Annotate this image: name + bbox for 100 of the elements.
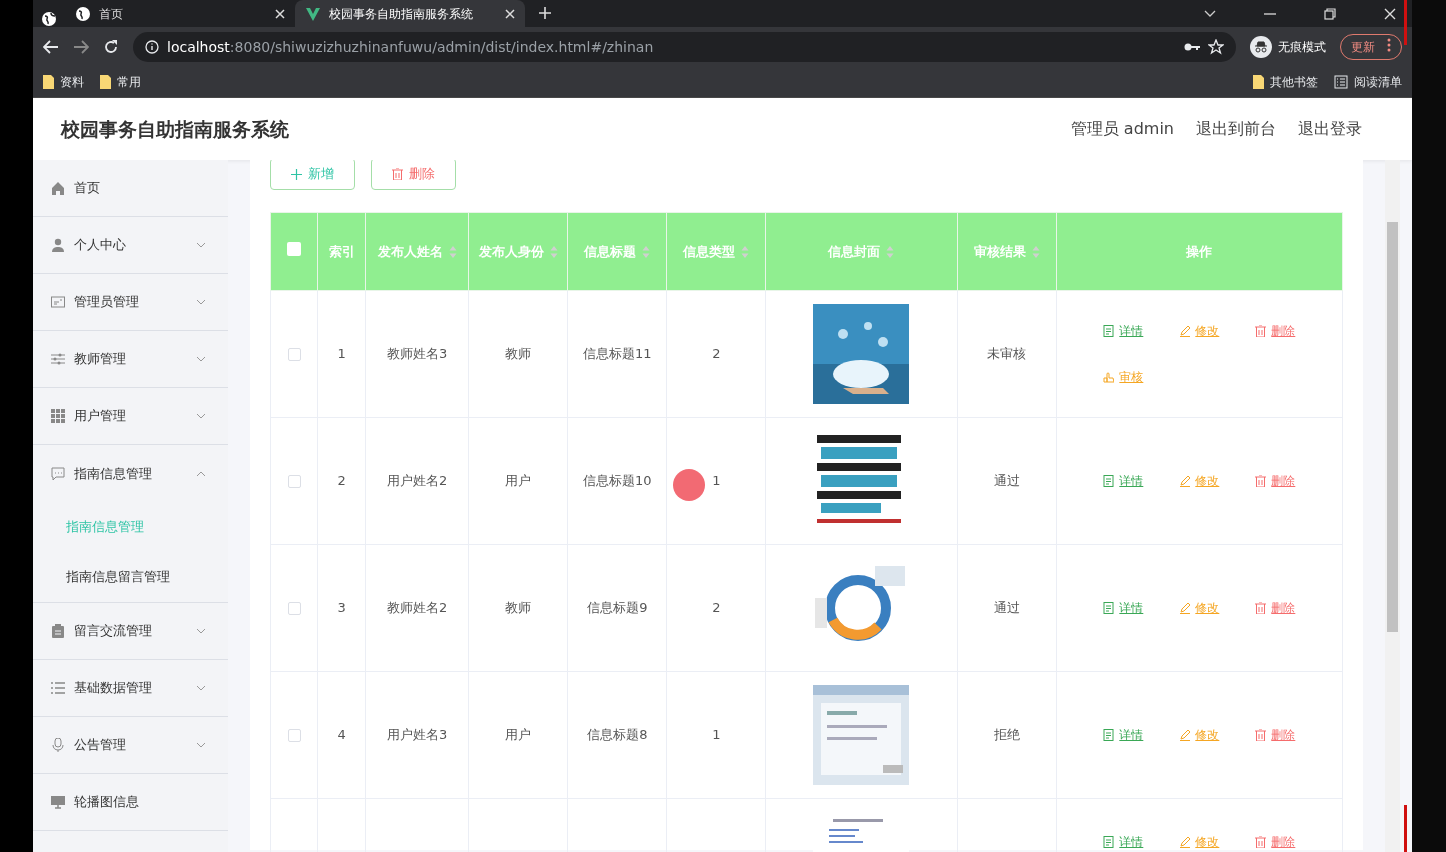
trash-icon [392,168,403,180]
table-cell: 通过 [993,473,1020,489]
grid-icon [51,409,65,423]
document-icon [1103,836,1115,848]
table-cell: 教师姓名2 [386,600,448,616]
incognito-icon[interactable] [1250,36,1272,58]
table-cell: 用户 [505,473,532,489]
table-cell: 用户 [505,727,532,743]
bookmark[interactable]: 常用 [100,73,141,91]
pencil-icon [1179,325,1191,337]
home-icon [51,181,65,195]
table-cell: 信息标题11 [583,346,652,362]
trash-icon [1255,602,1267,614]
plus-icon [291,168,302,180]
table-cell: 2 [337,473,346,489]
table-cell: 1 [712,473,721,489]
column-header: 信息标题 [584,243,637,259]
id-card-icon [51,295,65,309]
reload-icon[interactable] [103,39,119,55]
star-icon[interactable] [1208,39,1224,55]
back-icon[interactable] [43,40,59,54]
trash-icon [1255,729,1267,741]
header-link[interactable]: 管理员 admin [1070,117,1174,141]
close-icon[interactable] [505,8,515,19]
pencil-icon [1179,475,1191,487]
column-header: 发布人姓名 [377,243,443,259]
column-header: 操作 [1186,243,1213,259]
trash-icon [1255,836,1267,848]
sidebar-item[interactable]: 教师管理 [33,331,228,388]
close-icon[interactable] [1384,7,1396,20]
sidebar-item[interactable]: 留言交流管理 [33,603,228,660]
chevron-down-icon[interactable] [1204,9,1216,18]
table-cell: 2 [712,346,721,362]
folder-icon [43,75,54,89]
header-link[interactable]: 退出到前台 [1196,117,1276,141]
row-checkbox[interactable] [287,729,301,743]
header-link[interactable]: 退出登录 [1298,117,1362,141]
new-tab-icon[interactable] [539,7,551,19]
microphone-icon [51,738,65,752]
table-cell: 2 [712,600,721,616]
table-cell: 用户姓名3 [386,727,448,743]
select-all-checkbox[interactable] [287,241,301,256]
row-checkbox[interactable] [287,475,301,489]
pencil-icon [1179,729,1191,741]
table-cell: 3 [337,600,346,616]
sidebar-subitem[interactable]: 指南信息留言管理 [33,552,228,602]
row-checkbox[interactable] [287,348,301,362]
folder-icon [1253,75,1264,89]
table-cell: 通过 [993,600,1020,616]
table-cell: 教师 [505,600,532,616]
column-header: 信息封面 [828,243,881,259]
table-cell: 信息标题8 [587,727,648,743]
user-icon [51,238,65,252]
monitor-icon [51,795,65,809]
table-cell: 用户姓名2 [386,473,448,489]
sidebar-item[interactable]: 指南信息管理 [33,445,228,502]
pencil-icon [1179,836,1191,848]
row-checkbox[interactable] [287,602,301,616]
sidebar-item[interactable]: 轮播图信息 [33,774,228,831]
more-icon [1387,38,1391,52]
column-header: 发布人身份 [478,243,544,259]
profile-label: 无痕模式 [1278,39,1326,56]
forward-icon[interactable] [73,40,89,54]
bookmark[interactable]: 阅读清单 [1334,73,1402,91]
sliders-icon [51,352,65,366]
document-icon [1103,602,1115,614]
key-icon[interactable] [1184,42,1200,52]
browser-tab[interactable]: 首页 [65,0,295,27]
sidebar-item[interactable]: 公告管理 [33,717,228,774]
address-bar[interactable]: localhost:8080/shiwuzizhuzhinanfuwu/admin/dist/index.html#/zhinan [133,32,1236,62]
v-logo-icon [305,5,321,22]
document-icon [1103,325,1115,337]
table-cell: 4 [337,727,346,743]
list-icon [51,681,65,695]
minimize-icon[interactable] [1264,12,1276,15]
sidebar-item[interactable]: 基础数据管理 [33,660,228,717]
column-header: 审核结果 [973,243,1026,259]
table-cell: 拒绝 [993,727,1020,743]
bookmark[interactable]: 资料 [43,73,84,91]
column-header: 索引 [328,243,355,259]
scrollbar[interactable] [1385,160,1400,852]
folder-icon [100,75,111,89]
table-cell: 信息标题10 [583,473,652,489]
close-icon[interactable] [275,8,285,19]
browser-tab[interactable]: 校园事务自助指南服务系统 [295,0,525,27]
globe-icon [75,5,91,22]
sidebar-item[interactable]: 用户管理 [33,388,228,445]
restore-icon[interactable] [1324,7,1336,20]
bookmark[interactable]: 其他书签 [1253,73,1318,91]
app-title: 校园事务自助指南服务系统 [61,116,289,142]
sidebar-item[interactable]: 管理员管理 [33,274,228,331]
sidebar-item[interactable]: 首页 [33,160,228,217]
chat-icon [51,466,65,481]
table-cell: 信息标题9 [587,600,648,616]
sidebar-item[interactable]: 个人中心 [33,217,228,274]
reading-list-icon [1334,75,1348,89]
table-cell: 1 [712,727,721,743]
table-cell: 教师 [505,346,532,362]
table-cell: 未审核 [987,346,1027,362]
hand-icon [1103,371,1115,383]
